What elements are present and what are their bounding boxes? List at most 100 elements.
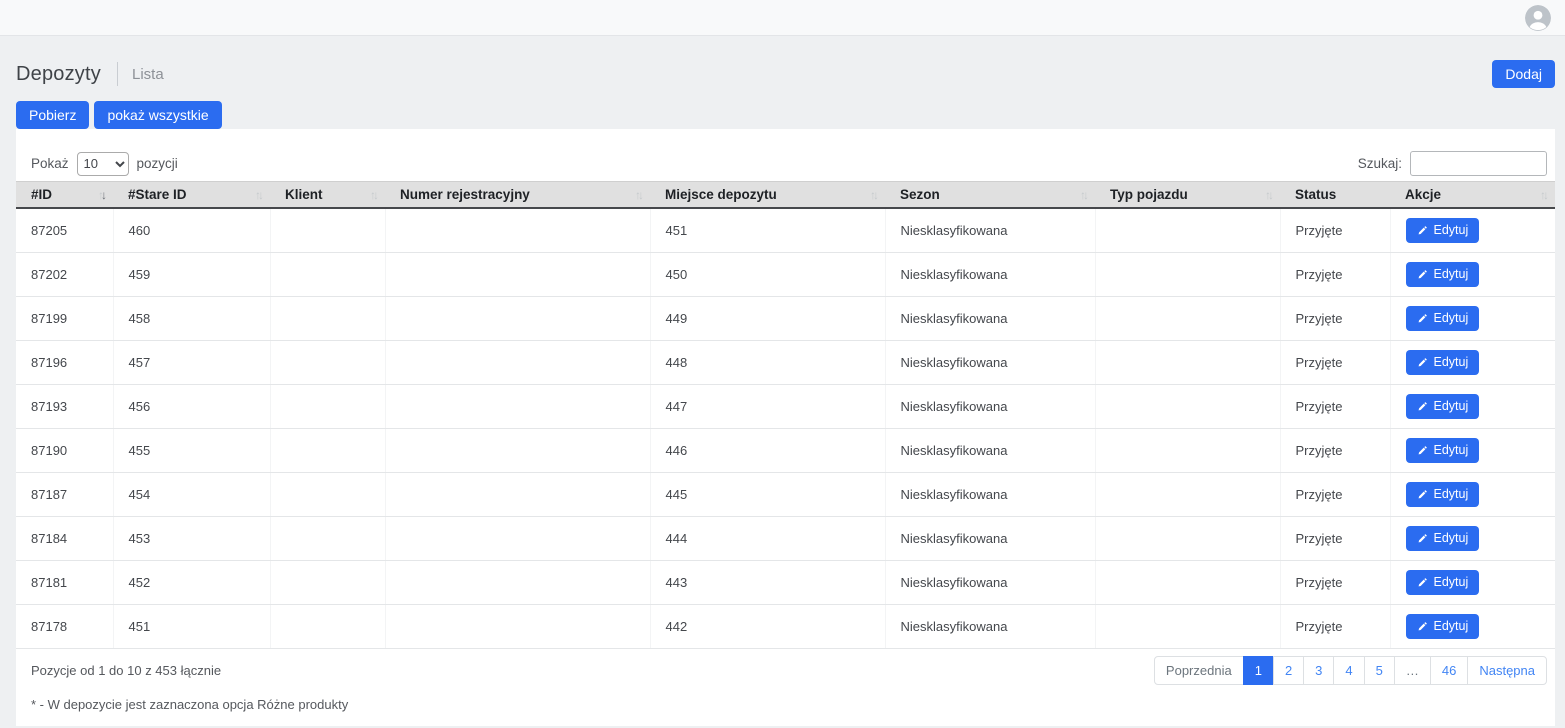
pencil-icon: [1417, 621, 1428, 632]
edit-button-label: Edytuj: [1434, 575, 1469, 589]
download-button[interactable]: Pobierz: [16, 101, 89, 129]
column-header-klient[interactable]: Klient ↑↓: [270, 182, 385, 209]
cell-status: Przyjęte: [1280, 296, 1390, 340]
edit-button-label: Edytuj: [1434, 311, 1469, 325]
cell-status: Przyjęte: [1280, 428, 1390, 472]
cell-sezon: Niesklasyfikowana: [885, 604, 1095, 648]
page-header: Depozyty Lista Dodaj: [16, 60, 1555, 88]
edit-button[interactable]: Edytuj: [1406, 482, 1480, 507]
column-header-status[interactable]: Status: [1280, 182, 1390, 209]
cell-id: 87193: [16, 384, 113, 428]
cell-miejsce-depozytu: 451: [650, 208, 885, 252]
cell-akcje: Edytuj: [1390, 472, 1555, 516]
pagination-page-1[interactable]: 1: [1243, 656, 1274, 685]
sort-icon: ↑↓: [870, 188, 876, 202]
sort-icon: ↑↓: [1265, 188, 1271, 202]
search-input[interactable]: [1410, 151, 1547, 176]
pagination-page-46[interactable]: 46: [1430, 656, 1468, 685]
cell-klient: [270, 252, 385, 296]
pagination-previous[interactable]: Poprzednia: [1154, 656, 1244, 685]
column-header-sezon[interactable]: Sezon ↑↓: [885, 182, 1095, 209]
pencil-icon: [1417, 489, 1428, 500]
edit-button[interactable]: Edytuj: [1406, 394, 1480, 419]
pencil-icon: [1417, 533, 1428, 544]
column-header-label: #ID: [31, 187, 52, 202]
column-header-typ[interactable]: Typ pojazdu ↑↓: [1095, 182, 1280, 209]
pagination-page-3[interactable]: 3: [1303, 656, 1334, 685]
pagination-next[interactable]: Następna: [1467, 656, 1547, 685]
cell-miejsce-depozytu: 449: [650, 296, 885, 340]
column-header-akcje[interactable]: Akcje ↑↓: [1390, 182, 1555, 209]
column-header-label: Miejsce depozytu: [665, 187, 777, 202]
column-header-miejsce[interactable]: Miejsce depozytu ↑↓: [650, 182, 885, 209]
user-avatar-icon[interactable]: [1525, 5, 1551, 31]
cell-old-id: 457: [113, 340, 270, 384]
pagination-page-5[interactable]: 5: [1364, 656, 1395, 685]
cell-numer-rejestracyjny: [385, 604, 650, 648]
sort-icon: ↑↓: [370, 188, 376, 202]
deposits-table: #ID ↑↓ #Stare ID ↑↓ Klient ↑↓ Numer reje…: [16, 181, 1555, 649]
cell-typ-pojazdu: [1095, 516, 1280, 560]
cell-akcje: Edytuj: [1390, 296, 1555, 340]
show-all-button[interactable]: pokaż wszystkie: [94, 101, 221, 129]
column-header-old_id[interactable]: #Stare ID ↑↓: [113, 182, 270, 209]
edit-button[interactable]: Edytuj: [1406, 570, 1480, 595]
cell-numer-rejestracyjny: [385, 252, 650, 296]
column-header-numer[interactable]: Numer rejestracyjny ↑↓: [385, 182, 650, 209]
table-row: 87193 456 447 Niesklasyfikowana Przyjęte…: [16, 384, 1555, 428]
cell-miejsce-depozytu: 447: [650, 384, 885, 428]
cell-old-id: 451: [113, 604, 270, 648]
cell-status: Przyjęte: [1280, 340, 1390, 384]
cell-miejsce-depozytu: 450: [650, 252, 885, 296]
cell-klient: [270, 208, 385, 252]
cell-typ-pojazdu: [1095, 560, 1280, 604]
edit-button-label: Edytuj: [1434, 267, 1469, 281]
table-controls: Pokaż 10 pozycji Szukaj:: [16, 151, 1555, 176]
edit-button-label: Edytuj: [1434, 619, 1469, 633]
add-button[interactable]: Dodaj: [1492, 60, 1555, 88]
cell-numer-rejestracyjny: [385, 472, 650, 516]
edit-button[interactable]: Edytuj: [1406, 614, 1480, 639]
page-title: Depozyty: [16, 63, 101, 86]
cell-akcje: Edytuj: [1390, 604, 1555, 648]
cell-sezon: Niesklasyfikowana: [885, 208, 1095, 252]
cell-status: Przyjęte: [1280, 560, 1390, 604]
cell-typ-pojazdu: [1095, 604, 1280, 648]
edit-button-label: Edytuj: [1434, 355, 1469, 369]
cell-sezon: Niesklasyfikowana: [885, 296, 1095, 340]
title-divider: [117, 62, 118, 86]
edit-button[interactable]: Edytuj: [1406, 306, 1480, 331]
sort-icon: ↑↓: [98, 188, 104, 202]
table-row: 87205 460 451 Niesklasyfikowana Przyjęte…: [16, 208, 1555, 252]
edit-button[interactable]: Edytuj: [1406, 218, 1480, 243]
cell-numer-rejestracyjny: [385, 208, 650, 252]
cell-akcje: Edytuj: [1390, 428, 1555, 472]
cell-sezon: Niesklasyfikowana: [885, 384, 1095, 428]
cell-sezon: Niesklasyfikowana: [885, 516, 1095, 560]
table-row: 87190 455 446 Niesklasyfikowana Przyjęte…: [16, 428, 1555, 472]
edit-button-label: Edytuj: [1434, 443, 1469, 457]
entries-info: Pozycje od 1 do 10 z 453 łącznie: [31, 663, 221, 678]
cell-typ-pojazdu: [1095, 428, 1280, 472]
column-header-label: Numer rejestracyjny: [400, 187, 530, 202]
edit-button[interactable]: Edytuj: [1406, 438, 1480, 463]
cell-klient: [270, 296, 385, 340]
column-header-label: Sezon: [900, 187, 940, 202]
cell-id: 87196: [16, 340, 113, 384]
cell-sezon: Niesklasyfikowana: [885, 472, 1095, 516]
cell-klient: [270, 516, 385, 560]
page-size-select[interactable]: 10: [77, 152, 129, 176]
pagination: Poprzednia12345…46Następna: [1154, 656, 1547, 685]
cell-id: 87190: [16, 428, 113, 472]
pencil-icon: [1417, 401, 1428, 412]
edit-button[interactable]: Edytuj: [1406, 350, 1480, 375]
pagination-page-2[interactable]: 2: [1273, 656, 1304, 685]
table-row: 87181 452 443 Niesklasyfikowana Przyjęte…: [16, 560, 1555, 604]
cell-old-id: 455: [113, 428, 270, 472]
search-label: Szukaj:: [1358, 156, 1402, 171]
pagination-page-4[interactable]: 4: [1333, 656, 1364, 685]
edit-button[interactable]: Edytuj: [1406, 262, 1480, 287]
content-area: Depozyty Lista Dodaj Pobierz pokaż wszys…: [0, 36, 1565, 726]
column-header-id[interactable]: #ID ↑↓: [16, 182, 113, 209]
edit-button[interactable]: Edytuj: [1406, 526, 1480, 551]
